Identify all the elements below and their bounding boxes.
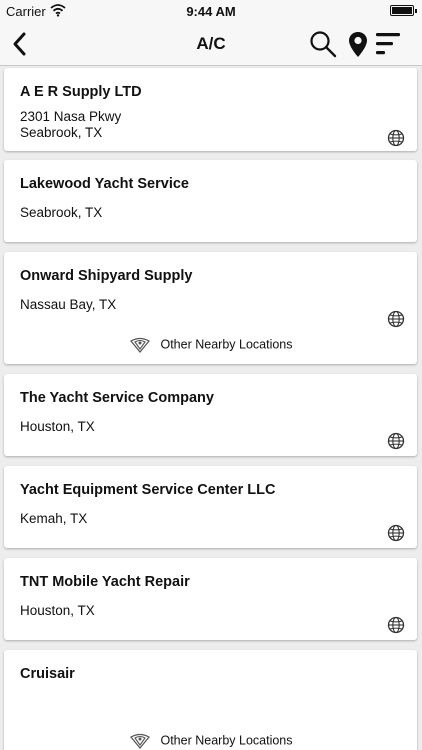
address-line: Nassau Bay, TX <box>20 297 117 312</box>
globe-icon[interactable] <box>387 616 405 634</box>
address-line: Houston, TX <box>20 419 95 434</box>
business-name: A E R Supply LTD <box>20 84 142 100</box>
list-item[interactable]: A E R Supply LTD 2301 Nasa Pkwy Seabrook… <box>4 68 417 151</box>
list-item[interactable]: Cruisair Other Nearby Locations <box>4 650 417 750</box>
list-item[interactable]: Lakewood Yacht Service Seabrook, TX <box>4 160 417 242</box>
chevron-left-icon[interactable] <box>8 30 32 58</box>
nearby-locations-icon <box>130 733 151 749</box>
business-name: Cruisair <box>20 666 75 682</box>
list-item[interactable]: TNT Mobile Yacht Repair Houston, TX <box>4 558 417 640</box>
search-icon[interactable] <box>309 30 337 58</box>
globe-icon[interactable] <box>387 524 405 542</box>
globe-icon[interactable] <box>387 310 405 328</box>
address-line: Seabrook, TX <box>20 205 103 220</box>
list-item[interactable]: Yacht Equipment Service Center LLC Kemah… <box>4 466 417 548</box>
address-line: Houston, TX <box>20 603 95 618</box>
address-line: 2301 Nasa Pkwy <box>20 109 122 124</box>
list-item[interactable]: Onward Shipyard Supply Nassau Bay, TX Ot… <box>4 252 417 364</box>
nearby-label: Other Nearby Locations <box>160 337 293 352</box>
globe-icon[interactable] <box>387 129 405 147</box>
business-name: Onward Shipyard Supply <box>20 268 193 284</box>
business-name: TNT Mobile Yacht Repair <box>20 574 190 590</box>
address-line: Kemah, TX <box>20 511 88 526</box>
nearby-locations-icon <box>130 337 151 353</box>
business-name: Yacht Equipment Service Center LLC <box>20 482 276 498</box>
sort-menu-icon[interactable] <box>374 30 402 58</box>
other-nearby-locations-link[interactable]: Other Nearby Locations <box>4 733 417 749</box>
business-name: The Yacht Service Company <box>20 390 214 406</box>
navigation-bar: A/C <box>0 22 422 66</box>
status-bar: Carrier 9:44 AM <box>0 0 422 22</box>
nearby-label: Other Nearby Locations <box>160 733 293 748</box>
other-nearby-locations-link[interactable]: Other Nearby Locations <box>4 337 417 353</box>
address-line: Seabrook, TX <box>20 125 103 140</box>
business-name: Lakewood Yacht Service <box>20 176 189 192</box>
list-item[interactable]: The Yacht Service Company Houston, TX <box>4 374 417 456</box>
clock: 9:44 AM <box>186 4 236 19</box>
map-pin-icon[interactable] <box>344 30 372 58</box>
globe-icon[interactable] <box>387 432 405 450</box>
battery-icon <box>390 5 417 16</box>
